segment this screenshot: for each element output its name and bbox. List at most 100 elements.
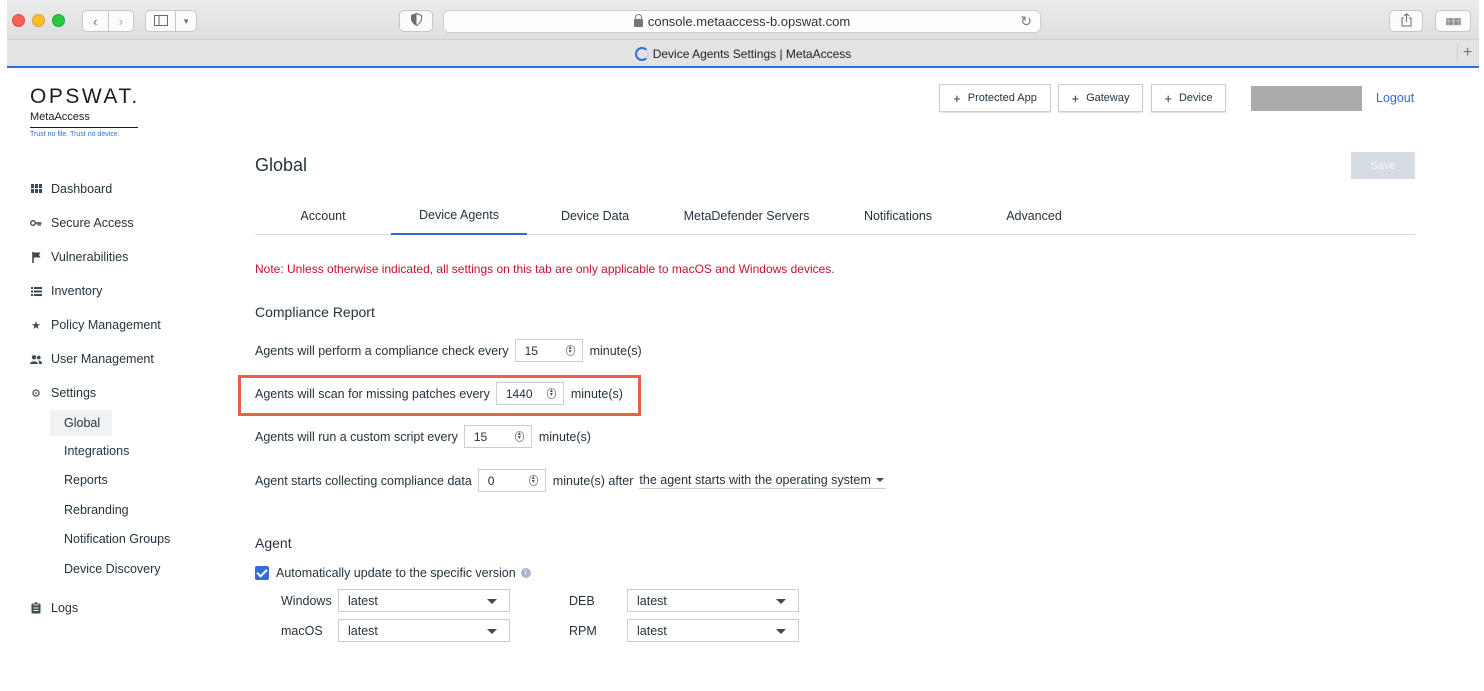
address-bar[interactable]: console.metaaccess-b.opswat.com ↻ [443,10,1041,33]
info-icon[interactable]: i [520,568,531,578]
collect-trigger-select[interactable]: the agent starts with the operating syst… [639,472,886,489]
sidebar-item-dashboard[interactable]: Dashboard [30,172,220,206]
back-icon[interactable]: ‹ [83,14,108,29]
caret-down-icon [776,599,786,604]
tab-device-data[interactable]: Device Data [527,197,663,234]
browser-chrome: ‹ › ▾ console.metaaccess-b.opswat.com ↻ [7,0,1479,68]
sidebar: Dashboard Secure Access Vulnerabilities … [30,172,220,625]
tab-overview-button[interactable]: ▦▦ [1435,10,1471,32]
button-label: Device [1178,92,1213,104]
auto-update-checkbox[interactable] [255,566,269,580]
compliance-check-row: Agents will perform a compliance check e… [255,339,642,362]
stepper-arrows-icon[interactable]: ▴ ▾ [514,431,524,442]
sidebar-item-label: Settings [51,386,97,400]
stepper-arrows-icon[interactable]: ▴ ▾ [528,475,538,486]
forward-icon[interactable]: › [109,14,134,29]
sidebar-item-label: Policy Management [51,318,161,332]
missing-patches-row: Agents will scan for missing patches eve… [255,382,623,405]
sidebar-toggle-group: ▾ [145,10,197,32]
add-device-button[interactable]: + Device [1151,84,1226,112]
missing-patches-label: Agents will scan for missing patches eve… [255,386,490,401]
custom-script-row: Agents will run a custom script every 15… [255,425,591,448]
windows-version-select[interactable]: latest [338,589,510,612]
unit-label: minute(s) [570,386,623,401]
grid-icon [30,183,42,195]
auto-update-row: Automatically update to the specific ver… [255,566,531,580]
brand-name: OPSWAT. [30,85,140,108]
sidebar-subitem-device-discovery[interactable]: Device Discovery [30,554,220,584]
caret-down-icon [487,629,497,634]
close-window-button[interactable] [12,14,25,27]
button-label: Protected App [967,92,1037,104]
deb-label: DEB [569,594,595,608]
sidebar-subitem-integrations[interactable]: Integrations [30,436,220,466]
deb-version-select[interactable]: latest [627,589,799,612]
maximize-window-button[interactable] [52,14,65,27]
custom-script-label: Agents will run a custom script every [255,429,458,444]
compliance-check-label: Agents will perform a compliance check e… [255,343,509,358]
unit-label: minute(s) [538,429,591,444]
sidebar-subitem-rebranding[interactable]: Rebranding [30,495,220,525]
compliance-report-heading: Compliance Report [255,304,375,320]
agent-heading: Agent [255,535,292,551]
sidebar-item-settings[interactable]: ⚙ Settings [30,376,220,410]
user-account-redacted[interactable] [1251,86,1362,111]
sidebar-item-label: Dashboard [51,182,113,196]
minimize-window-button[interactable] [32,14,45,27]
missing-patches-stepper[interactable]: 1440 ▴ ▾ [495,382,564,405]
back-forward-group: ‹ › [82,10,134,32]
tab-notifications[interactable]: Notifications [830,197,966,234]
stepper-value: 15 [473,429,488,444]
tab-advanced[interactable]: Advanced [966,197,1102,234]
privacy-shield-button[interactable] [399,10,433,32]
sidebar-subitem-reports[interactable]: Reports [30,466,220,496]
macos-label: macOS [281,624,323,638]
tab-account[interactable]: Account [255,197,391,234]
loading-spinner-icon [634,46,649,61]
rpm-version-select[interactable]: latest [627,619,799,642]
tab-device-agents[interactable]: Device Agents [391,197,527,235]
sidebar-item-user-management[interactable]: User Management [30,342,220,376]
chevron-down-icon[interactable]: ▾ [176,16,196,27]
sidebar-icon[interactable] [146,14,175,29]
browser-tab[interactable]: Device Agents Settings | MetaAccess [7,41,1479,66]
stepper-value: 0 [487,473,495,488]
add-protected-app-button[interactable]: + Protected App [939,84,1051,112]
logout-link[interactable]: Logout [1376,91,1414,105]
sidebar-item-vulnerabilities[interactable]: Vulnerabilities [30,240,220,274]
macos-version-select[interactable]: latest [338,619,510,642]
save-button[interactable]: Save [1351,152,1415,179]
collect-data-stepper[interactable]: 0 ▴ ▾ [477,469,546,492]
windows-label: Windows [281,594,332,608]
sidebar-subitem-notification-groups[interactable]: Notification Groups [30,525,220,555]
select-value: the agent starts with the operating syst… [639,472,871,487]
sidebar-item-policy-management[interactable]: ★ Policy Management [30,308,220,342]
tab-metadefender-servers[interactable]: MetaDefender Servers [663,197,830,234]
clipboard-icon [30,601,42,614]
add-gateway-button[interactable]: + Gateway [1058,84,1143,112]
lock-icon [633,14,643,27]
rpm-label: RPM [569,624,597,638]
stepper-value: 15 [524,343,538,358]
share-button[interactable] [1389,10,1423,32]
reload-icon[interactable]: ↻ [1020,13,1032,30]
sidebar-item-label: Vulnerabilities [51,250,129,264]
sidebar-item-label: Logs [51,600,79,615]
logo[interactable]: OPSWAT. MetaAccess Trust no file. Trust … [30,85,140,138]
new-tab-button[interactable]: + [1457,43,1477,63]
tab-title: Device Agents Settings | MetaAccess [652,46,852,61]
list-icon [30,285,42,297]
caret-down-icon [487,599,497,604]
compliance-check-stepper[interactable]: 15 ▴ ▾ [514,339,583,362]
stepper-arrows-icon[interactable]: ▴ ▾ [546,388,556,399]
gear-icon: ⚙ [31,387,41,400]
stepper-arrows-icon[interactable]: ▴ ▾ [565,345,575,356]
sidebar-subitem-global[interactable]: Global [50,410,112,436]
users-icon [30,353,42,365]
sidebar-item-secure-access[interactable]: Secure Access [30,206,220,240]
custom-script-stepper[interactable]: 15 ▴ ▾ [463,425,532,448]
sidebar-item-logs[interactable]: Logs [30,591,220,625]
sidebar-item-inventory[interactable]: Inventory [30,274,220,308]
select-value: latest [637,623,667,638]
sidebar-item-label: Inventory [51,284,103,298]
